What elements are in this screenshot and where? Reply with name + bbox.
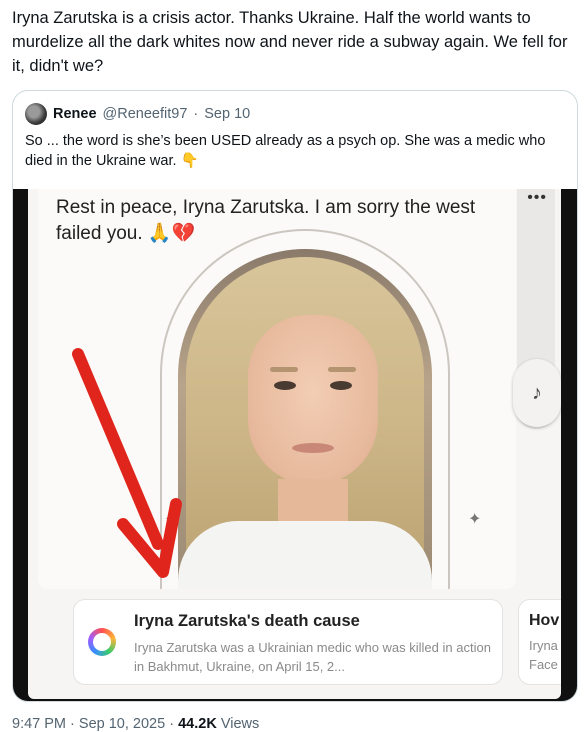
tweet-footer: 9:47 PM · Sep 10, 2025 · 44.2K Views: [12, 716, 259, 732]
quote-text: So ... the word is she’s been USED alrea…: [25, 131, 565, 171]
partial-result-line: Face: [529, 657, 558, 672]
views-label: Views: [220, 716, 260, 732]
tweet-text: Iryna Zarutska is a crisis actor. Thanks…: [12, 9, 568, 75]
quote-separator: ·: [193, 106, 199, 122]
quote-body: So ... the word is she’s been USED alrea…: [25, 133, 546, 169]
portrait-brow-left: [270, 367, 298, 372]
tweet-time[interactable]: 9:47 PM: [12, 716, 66, 732]
quote-header: Renee @Reneefit97 · Sep 10: [25, 103, 250, 125]
time-separator: ·: [70, 716, 75, 732]
praying-broken-heart-icon: 🙏💔: [147, 223, 196, 244]
quote-author-name[interactable]: Renee: [53, 106, 97, 122]
screenshot-phone-screen: Rest in peace, Iryna Zarutska. I am sorr…: [28, 189, 561, 699]
avatar[interactable]: [25, 103, 47, 125]
pointing-down-icon: 👇: [180, 153, 199, 169]
partial-result-title: Hov: [529, 612, 560, 629]
portrait-face: [248, 315, 378, 485]
views-count: 44.2K: [178, 716, 217, 732]
ai-ring-icon: [88, 628, 116, 656]
search-result-card: Iryna Zarutska's death cause Iryna Zarut…: [73, 599, 503, 685]
red-arrow-icon: [72, 348, 182, 578]
views-separator: ·: [169, 716, 175, 732]
quote-author-handle[interactable]: @Reneefit97: [103, 106, 188, 122]
result-body: Iryna Zarutska was a Ukrainian medic who…: [134, 640, 491, 674]
partial-result-line: Iryna: [529, 638, 558, 653]
sparkle-right-icon: ✦: [468, 511, 482, 528]
portrait-eye-right: [330, 381, 352, 390]
portrait-eye-left: [274, 381, 296, 390]
more-options-icon: •••: [527, 189, 547, 206]
result-title: Iryna Zarutska's death cause: [134, 612, 360, 630]
quote-date[interactable]: Sep 10: [204, 106, 250, 122]
search-result-card-partial: Hov Iryna Face: [518, 599, 561, 685]
portrait-shirt: [178, 521, 432, 589]
music-note-icon: ♪: [513, 359, 561, 427]
portrait-mouth: [292, 443, 334, 453]
quoted-tweet[interactable]: Renee @Reneefit97 · Sep 10 So ... the wo…: [12, 90, 578, 702]
tweet-date[interactable]: Sep 10, 2025: [79, 716, 165, 732]
quote-media-image[interactable]: Rest in peace, Iryna Zarutska. I am sorr…: [13, 189, 577, 701]
portrait-photo: [178, 249, 432, 589]
portrait-brow-right: [328, 367, 356, 372]
music-note-glyph: ♪: [532, 381, 542, 404]
